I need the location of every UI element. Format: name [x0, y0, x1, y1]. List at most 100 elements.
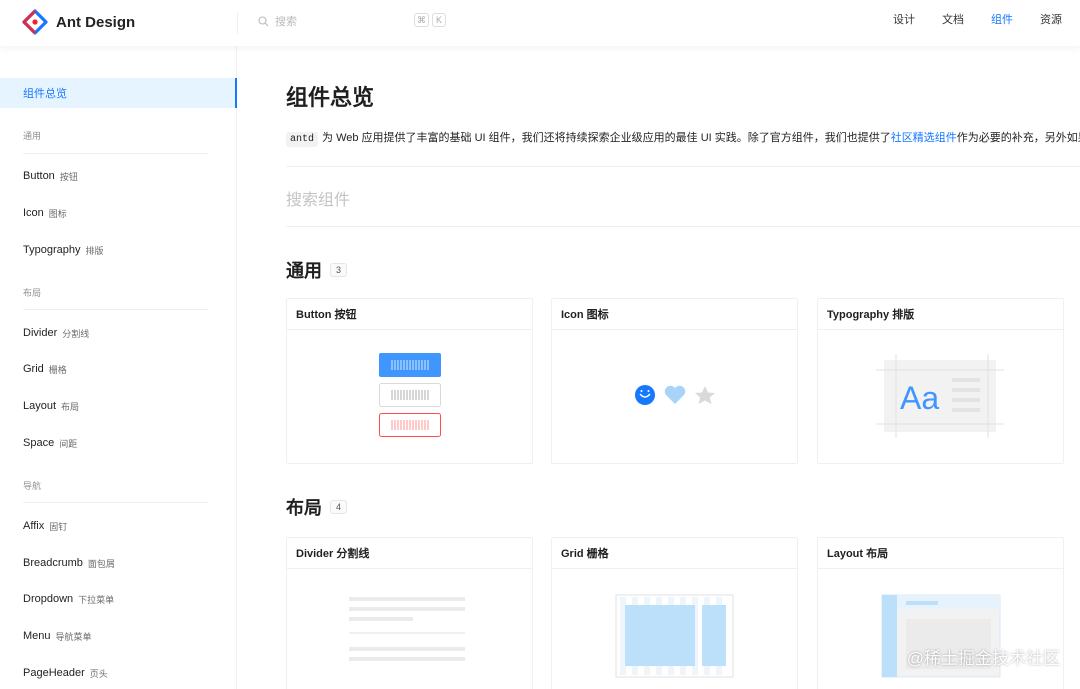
sidebar-item-button[interactable]: Button 按钮 [0, 161, 237, 191]
header-divider [237, 12, 238, 34]
sidebar-divider [23, 153, 208, 154]
button-preview-illustration [379, 353, 441, 437]
sidebar-item-label: PageHeader [23, 667, 85, 679]
main-content: 组件总览 antd 为 Web 应用提供了丰富的基础 UI 组件，我们还将持续探索… [237, 46, 1080, 689]
sidebar-item-overview[interactable]: 组件总览 [0, 78, 237, 108]
sidebar-item-label: Menu [23, 630, 51, 642]
section-title-general: 通用 3 [286, 257, 348, 283]
sidebar-item-label: 组件总览 [23, 88, 67, 100]
sidebar-item-label: Space [23, 437, 55, 449]
nav-components[interactable]: 组件 [991, 11, 1013, 27]
sidebar-item-sublabel: 导航菜单 [55, 631, 92, 642]
logo-text: Ant Design [56, 13, 136, 31]
ant-design-logo-icon [22, 9, 48, 35]
sidebar-divider [23, 309, 208, 310]
intro-code: antd [286, 132, 319, 147]
sidebar-divider [23, 502, 208, 503]
sidebar-group-title: 布局 [23, 288, 42, 298]
icon-preview-illustration [635, 385, 715, 405]
typography-preview-illustration: Aa [876, 354, 1004, 438]
divider [286, 226, 1080, 227]
section-count-badge: 3 [330, 263, 348, 277]
sidebar-item-sublabel: 布局 [61, 401, 80, 412]
sidebar-item-label: Grid [23, 363, 44, 375]
sidebar-item-label: Divider [23, 327, 58, 339]
search-icon [258, 15, 269, 26]
sidebar-item-sublabel: 固钉 [49, 521, 68, 532]
logo[interactable]: Ant Design [22, 9, 135, 35]
sidebar-item-label: Dropdown [23, 593, 74, 605]
sidebar-item-affix[interactable]: Affix 固钉 [0, 511, 237, 541]
community-link[interactable]: 社区精选组件 [891, 132, 957, 144]
sidebar-item-sublabel: 分割线 [62, 328, 90, 339]
card-title: Divider 分割线 [287, 538, 532, 569]
divider-preview-illustration [349, 597, 465, 661]
sidebar-item-divider[interactable]: Divider 分割线 [0, 318, 237, 348]
sidebar-item-sublabel: 排版 [85, 245, 104, 256]
card-preview: Aa [818, 330, 1063, 464]
search-input[interactable]: 搜索 [275, 13, 297, 29]
page-title: 组件总览 [286, 85, 375, 110]
sidebar-item-sublabel: 页头 [89, 668, 108, 679]
sidebar-item-layout[interactable]: Layout 布局 [0, 391, 237, 421]
kbd-k: K [432, 13, 446, 27]
section-title-text: 布局 [286, 498, 322, 518]
typography-sample-text: Aa [900, 380, 939, 416]
section-count-badge: 4 [330, 500, 348, 514]
top-nav: 设计 文档 组件 资源 [893, 0, 1062, 38]
card-button[interactable]: Button 按钮 [286, 298, 533, 464]
sidebar-group-title: 导航 [23, 481, 42, 491]
sidebar-item-label: Layout [23, 400, 57, 412]
intro-paragraph: antd 为 Web 应用提供了丰富的基础 UI 组件，我们还将持续探索企业级应用… [286, 129, 1080, 147]
nav-resources[interactable]: 资源 [1040, 11, 1062, 27]
header-search[interactable]: 搜索 ⌘ K [258, 11, 448, 31]
card-preview [287, 569, 532, 689]
card-title: Grid 栅格 [552, 538, 797, 569]
sidebar-group-title: 通用 [23, 131, 42, 141]
sidebar-item-grid[interactable]: Grid 栅格 [0, 354, 237, 384]
grid-preview-illustration [615, 594, 734, 678]
kbd-cmd: ⌘ [414, 13, 429, 27]
card-preview [818, 569, 1063, 689]
sidebar-item-sublabel: 间距 [59, 438, 78, 449]
sidebar-item-label: Breadcrumb [23, 557, 83, 569]
card-divider[interactable]: Divider 分割线 [286, 537, 533, 689]
sidebar-item-icon[interactable]: Icon 图标 [0, 198, 237, 228]
card-icon[interactable]: Icon 图标 [551, 298, 798, 464]
sidebar-item-sublabel: 下拉菜单 [78, 594, 115, 605]
card-preview [552, 330, 797, 464]
section-title-layout: 布局 4 [286, 494, 348, 520]
sidebar-item-label: Affix [23, 520, 45, 532]
sidebar-item-label: Icon [23, 207, 44, 219]
card-title: Typography 排版 [818, 299, 1063, 330]
sidebar-item-space[interactable]: Space 间距 [0, 428, 237, 458]
watermark: @稀土掘金技术社区 [906, 649, 1060, 668]
sidebar-item-pageheader[interactable]: PageHeader 页头 [0, 658, 237, 688]
sidebar-item-sublabel: 面包屑 [87, 558, 115, 569]
intro-text-2: 作为必要的补充，另外如果您还 [956, 132, 1080, 144]
sidebar-item-sublabel: 图标 [48, 208, 67, 219]
section-title-text: 通用 [286, 261, 322, 281]
card-preview [287, 330, 532, 464]
layout-preview-illustration [881, 594, 1001, 678]
nav-docs[interactable]: 文档 [942, 11, 964, 27]
sidebar: 组件总览 通用 Button 按钮 Icon 图标 Typography 排版 … [0, 46, 237, 689]
sidebar-item-typography[interactable]: Typography 排版 [0, 235, 237, 265]
sidebar-item-sublabel: 栅格 [48, 364, 67, 375]
intro-text: 为 Web 应用提供了丰富的基础 UI 组件，我们还将持续探索企业级应用的最佳 … [322, 132, 891, 144]
sidebar-item-label: Button [23, 170, 55, 182]
sidebar-item-menu[interactable]: Menu 导航菜单 [0, 621, 237, 651]
sidebar-item-breadcrumb[interactable]: Breadcrumb 面包屑 [0, 548, 237, 578]
top-header: Ant Design 搜索 ⌘ K 设计 文档 组件 资源 [0, 0, 1080, 46]
card-title: Layout 布局 [818, 538, 1063, 569]
card-title: Icon 图标 [552, 299, 797, 330]
card-preview [552, 569, 797, 689]
sidebar-item-sublabel: 按钮 [59, 171, 78, 182]
sidebar-item-label: Typography [23, 244, 81, 256]
card-typography[interactable]: Typography 排版 Aa [817, 298, 1064, 464]
component-search-input[interactable]: 搜索组件 [286, 186, 350, 210]
card-title: Button 按钮 [287, 299, 532, 330]
card-grid[interactable]: Grid 栅格 [551, 537, 798, 689]
sidebar-item-dropdown[interactable]: Dropdown 下拉菜单 [0, 584, 237, 614]
nav-design[interactable]: 设计 [893, 11, 915, 27]
